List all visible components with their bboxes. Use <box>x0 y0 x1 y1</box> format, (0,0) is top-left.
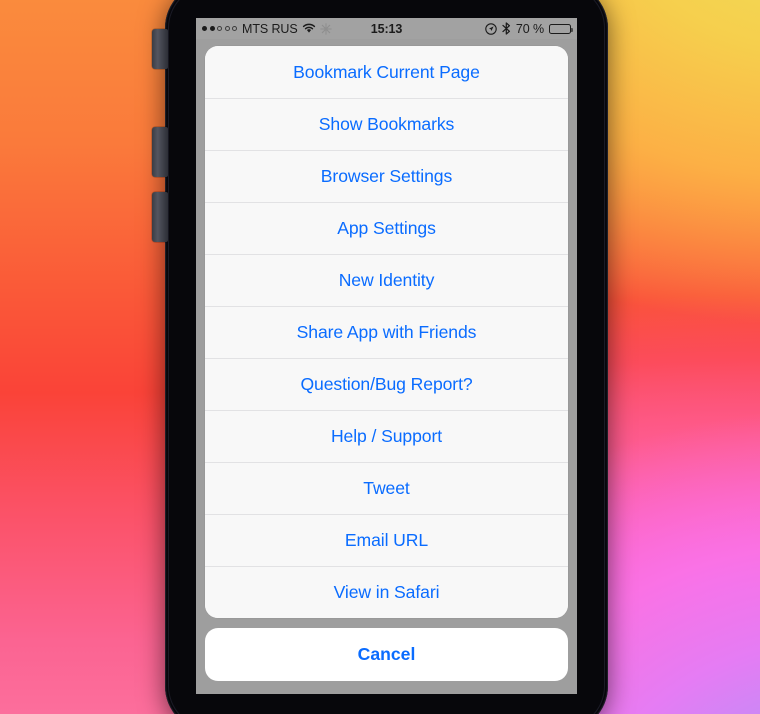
action-item-show-bookmarks[interactable]: Show Bookmarks <box>205 98 568 150</box>
phone-device-frame: MTS RUS 15:13 70 % Bookmark Current Page… <box>152 0 608 714</box>
action-item-label: Browser Settings <box>320 165 453 186</box>
action-item-label: Show Bookmarks <box>318 113 455 134</box>
mute-switch-button[interactable] <box>152 29 168 69</box>
cancel-button-label: Cancel <box>357 644 416 664</box>
battery-percent-label: 70 % <box>515 21 544 36</box>
action-item-tweet[interactable]: Tweet <box>205 462 568 514</box>
carrier-label: MTS RUS <box>242 21 298 36</box>
bluetooth-icon <box>502 22 511 35</box>
action-item-label: Question/Bug Report? <box>300 373 473 394</box>
status-bar: MTS RUS 15:13 70 % <box>196 18 577 39</box>
action-sheet: Bookmark Current Page Show Bookmarks Bro… <box>196 39 577 694</box>
location-services-icon <box>485 22 497 35</box>
action-item-label: Share App with Friends <box>296 321 477 342</box>
brightness-sparkle-icon <box>319 22 332 35</box>
cancel-button[interactable]: Cancel <box>205 628 568 681</box>
status-bar-left: MTS RUS <box>202 22 387 36</box>
action-item-help-support[interactable]: Help / Support <box>205 410 568 462</box>
action-item-question-bug-report[interactable]: Question/Bug Report? <box>205 358 568 410</box>
battery-icon <box>549 23 573 34</box>
action-item-new-identity[interactable]: New Identity <box>205 254 568 306</box>
action-item-label: Bookmark Current Page <box>293 61 480 82</box>
action-item-label: Tweet <box>363 477 410 498</box>
screenshot-scene: MTS RUS 15:13 70 % Bookmark Current Page… <box>0 0 760 714</box>
action-item-label: New Identity <box>338 269 435 290</box>
phone-screen: MTS RUS 15:13 70 % Bookmark Current Page… <box>196 18 577 694</box>
wifi-icon <box>302 23 316 34</box>
action-item-label: Help / Support <box>330 425 443 446</box>
action-item-email-url[interactable]: Email URL <box>205 514 568 566</box>
signal-strength-icon <box>202 26 237 31</box>
action-item-share-app-with-friends[interactable]: Share App with Friends <box>205 306 568 358</box>
action-item-label: Email URL <box>344 529 429 550</box>
action-item-browser-settings[interactable]: Browser Settings <box>205 150 568 202</box>
action-item-view-in-safari[interactable]: View in Safari <box>205 566 568 618</box>
action-sheet-item-list: Bookmark Current Page Show Bookmarks Bro… <box>205 46 568 618</box>
action-item-app-settings[interactable]: App Settings <box>205 202 568 254</box>
volume-down-button[interactable] <box>152 192 168 242</box>
volume-up-button[interactable] <box>152 127 168 177</box>
action-item-label: View in Safari <box>333 581 440 602</box>
action-item-bookmark-current-page[interactable]: Bookmark Current Page <box>205 46 568 98</box>
action-item-label: App Settings <box>337 217 436 238</box>
status-bar-right: 70 % <box>387 21 573 36</box>
